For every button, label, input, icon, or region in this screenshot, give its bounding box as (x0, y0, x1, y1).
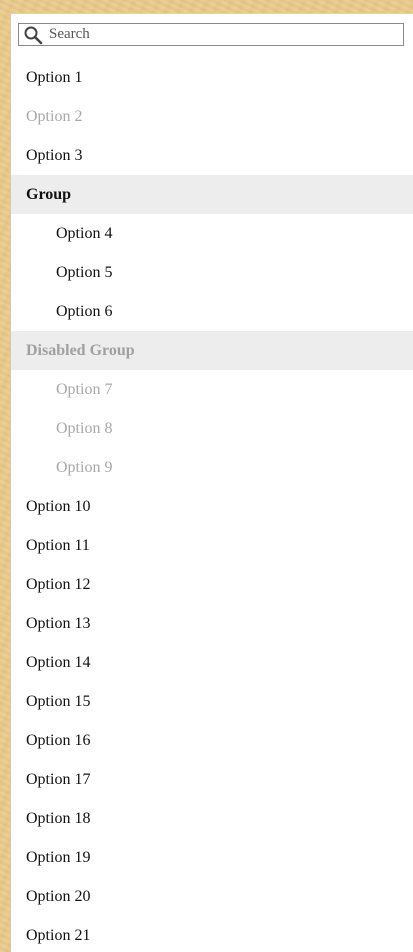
options-list: Option 1 Option 2 Option 3 Group Option 4 Opt… (11, 58, 413, 952)
option-item[interactable]: Option 11 (11, 526, 413, 565)
search-input[interactable] (43, 24, 389, 45)
option-item[interactable]: Option 20 (11, 877, 413, 916)
option-group-header: Group (11, 175, 413, 214)
option-item[interactable]: Option 12 (11, 565, 413, 604)
search-box[interactable] (18, 23, 404, 46)
search-icon (23, 25, 43, 45)
option-item[interactable]: Option 10 (11, 487, 413, 526)
select-dropdown-panel: Option 1Option 2Option 3GroupOption 4Opt… (10, 13, 413, 952)
option-item[interactable]: Option 6 (11, 292, 413, 331)
option-item-disabled: Option 8 (56, 420, 113, 437)
option-item[interactable]: Option 5 (11, 253, 413, 292)
option-item[interactable]: Option 16 (11, 721, 413, 760)
option-group-header-disabled: Disabled Group (11, 331, 413, 370)
option-item[interactable]: Option 19 (11, 838, 413, 877)
option-item[interactable]: Option 18 (11, 799, 413, 838)
option-item[interactable]: Option 13 (11, 604, 413, 643)
option-item-disabled: Option 9 (56, 459, 113, 476)
search-row (11, 14, 413, 46)
option-item[interactable]: Option 14 (11, 643, 413, 682)
option-item-disabled: Option 2 (26, 108, 83, 125)
option-item-disabled: Option 7 (56, 381, 113, 398)
option-item[interactable]: Option 21 (11, 916, 413, 952)
option-item[interactable]: Option 3 (11, 136, 413, 175)
option-item[interactable]: Option 17 (11, 760, 413, 799)
option-item[interactable]: Option 15 (11, 682, 413, 721)
option-item[interactable]: Option 1 (11, 58, 413, 97)
option-item[interactable]: Option 4 (11, 214, 413, 253)
